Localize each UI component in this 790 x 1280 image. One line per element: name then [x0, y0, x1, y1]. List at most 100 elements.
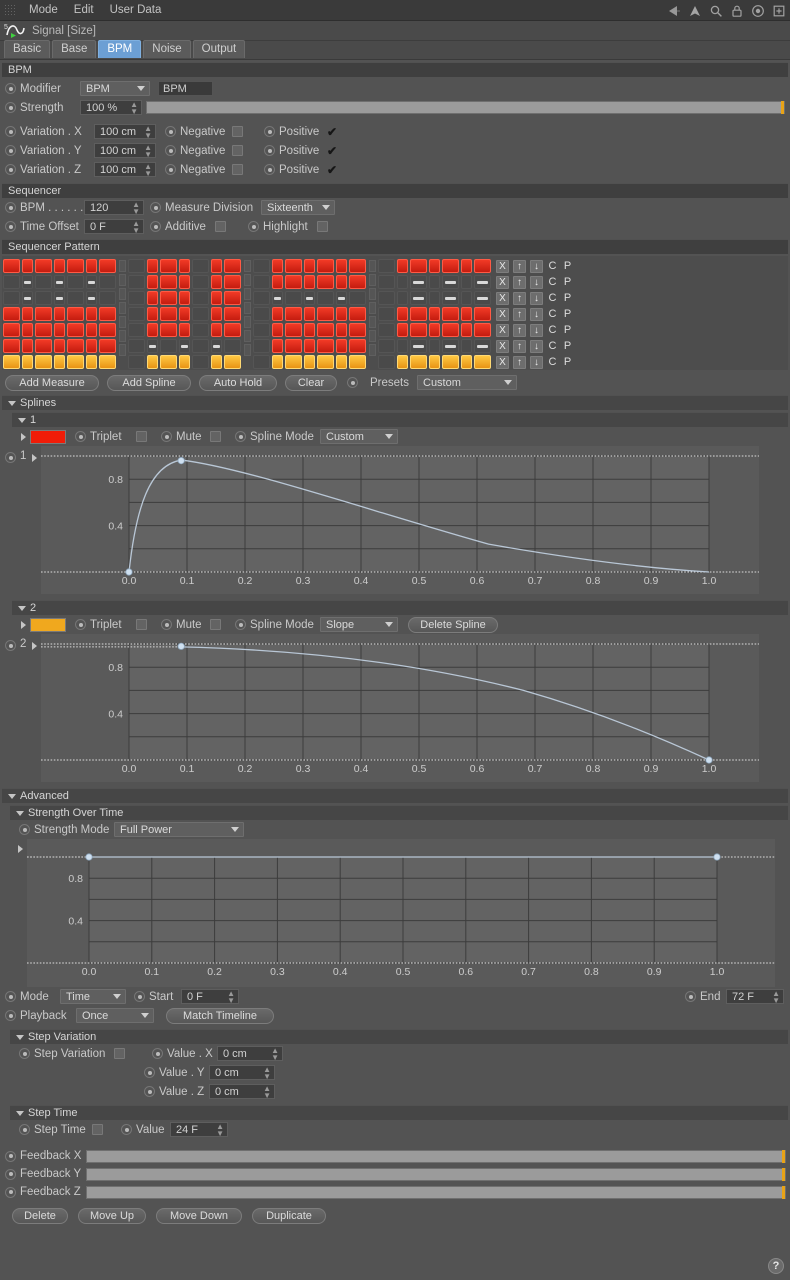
spline-2-graph[interactable]: 0.8 0.4 0.0 0.1 0.2 0.3 0.4 0.5 0.6 0.7 0.8 0.9 1.0 — [41, 634, 759, 782]
spline-1-mute-checkbox[interactable] — [210, 431, 221, 442]
feedback-x-knob[interactable] — [782, 1149, 785, 1163]
pattern-cell[interactable] — [272, 259, 283, 273]
row-delete-button[interactable]: X — [496, 275, 509, 289]
pattern-cell[interactable] — [317, 275, 334, 289]
feedback-y-knob[interactable] — [782, 1167, 785, 1181]
pattern-cell[interactable] — [285, 307, 302, 321]
up-arrow-icon[interactable] — [688, 4, 702, 18]
pattern-cell[interactable] — [160, 339, 177, 353]
menu-item-user-data[interactable]: User Data — [102, 2, 170, 18]
spline-1-color-swatch[interactable] — [30, 429, 66, 444]
pattern-cell[interactable] — [442, 323, 459, 337]
pattern-cell[interactable] — [304, 259, 315, 273]
row-paste-button[interactable]: P — [562, 324, 573, 336]
spinner-icon[interactable]: ▲ ▼ — [132, 219, 141, 234]
pattern-cell[interactable] — [317, 323, 334, 337]
feedback-z-knob[interactable] — [782, 1185, 785, 1199]
add-panel-icon[interactable] — [772, 4, 786, 18]
pattern-cell[interactable] — [211, 275, 222, 289]
pattern-cell[interactable] — [86, 307, 97, 321]
chevron-right-icon[interactable] — [32, 642, 37, 650]
pattern-cell[interactable] — [67, 259, 84, 273]
pattern-cell[interactable] — [22, 259, 33, 273]
pattern-cell[interactable] — [99, 275, 116, 289]
pattern-cell[interactable] — [285, 323, 302, 337]
pattern-cell[interactable] — [35, 355, 52, 369]
strength-over-time-graph[interactable]: 0.8 0.4 0.0 0.1 0.2 0.3 0.4 0.5 0.6 0.7 0.8 0.9 1.0 — [27, 839, 775, 987]
delete-spline-button[interactable]: Delete Spline — [408, 616, 498, 633]
pattern-cell[interactable] — [179, 339, 190, 353]
spline-1-graph[interactable]: 0.8 0.4 0.0 0.1 0.2 0.3 0.4 0.5 0.6 0.7 0.8 0.9 1.0 — [41, 446, 759, 594]
group-header-step-time[interactable]: Step Time — [10, 1105, 788, 1120]
graph-canvas[interactable]: 0.8 0.4 0.0 0.1 0.2 0.3 0.4 0.5 0.6 0.7 0.8 0.9 1.0 — [27, 839, 775, 987]
pattern-cell[interactable] — [179, 307, 190, 321]
spinner-icon[interactable]: ▲ ▼ — [263, 1084, 272, 1099]
row-move-down-button[interactable]: ↓ — [530, 291, 543, 305]
variation-y-anim-dot[interactable] — [5, 145, 16, 156]
spinner-icon[interactable]: ▲ ▼ — [132, 200, 141, 215]
variation-z-anim-dot[interactable] — [5, 164, 16, 175]
auto-hold-button[interactable]: Auto Hold — [199, 374, 277, 391]
measure-division-dropdown[interactable]: Sixteenth — [261, 200, 335, 215]
pattern-cell[interactable] — [128, 323, 145, 337]
variation-x-input[interactable]: 100 cm ▲ ▼ — [94, 124, 156, 139]
pattern-cell[interactable] — [442, 275, 459, 289]
pattern-cell[interactable] — [99, 355, 116, 369]
spline-1-header[interactable]: 1 — [12, 412, 788, 427]
pattern-cell[interactable] — [378, 259, 395, 273]
row-delete-button[interactable]: X — [496, 259, 509, 273]
pattern-cell[interactable] — [211, 323, 222, 337]
pattern-cell[interactable] — [35, 291, 52, 305]
pattern-cell[interactable] — [54, 275, 65, 289]
pattern-cell[interactable] — [224, 275, 241, 289]
pattern-cell[interactable] — [349, 339, 366, 353]
pattern-cell[interactable] — [474, 307, 491, 321]
menu-item-edit[interactable]: Edit — [66, 2, 102, 18]
value-y-dot[interactable] — [144, 1067, 155, 1078]
pattern-grid[interactable] — [2, 258, 492, 370]
tab-basic[interactable]: Basic — [4, 40, 51, 58]
pattern-cell[interactable] — [461, 291, 472, 305]
spinner-icon[interactable]: ▲ ▼ — [227, 989, 236, 1004]
row-copy-button[interactable]: C — [547, 308, 558, 320]
pattern-cell[interactable] — [336, 323, 347, 337]
pattern-cell[interactable] — [429, 259, 440, 273]
pattern-cell[interactable] — [253, 323, 270, 337]
pattern-cell[interactable] — [86, 259, 97, 273]
tab-base[interactable]: Base — [52, 40, 97, 58]
row-move-up-button[interactable]: ↑ — [513, 323, 526, 337]
spline-2-color-swatch[interactable] — [30, 617, 66, 632]
pattern-cell[interactable] — [3, 259, 20, 273]
pattern-cell[interactable] — [192, 259, 209, 273]
time-offset-input[interactable]: 0 F ▲ ▼ — [84, 219, 144, 234]
sequencer-bpm-dot[interactable] — [5, 202, 16, 213]
pattern-cell[interactable] — [285, 339, 302, 353]
row-paste-button[interactable]: P — [562, 308, 573, 320]
graph-control-point[interactable] — [713, 853, 721, 861]
pattern-cell[interactable] — [3, 307, 20, 321]
pattern-cell[interactable] — [410, 307, 427, 321]
spline-1-triplet-checkbox[interactable] — [136, 431, 147, 442]
pattern-cell[interactable] — [160, 355, 177, 369]
group-header-bpm[interactable]: BPM — [2, 62, 788, 77]
pattern-cell[interactable] — [349, 291, 366, 305]
pattern-cell[interactable] — [3, 291, 20, 305]
lock-icon[interactable] — [730, 4, 744, 18]
strength-slider[interactable] — [146, 101, 785, 114]
pattern-cell[interactable] — [67, 339, 84, 353]
pattern-cell[interactable] — [179, 291, 190, 305]
pattern-cell[interactable] — [429, 323, 440, 337]
pattern-cell[interactable] — [285, 355, 302, 369]
spline-2-mode-dropdown[interactable]: Slope — [320, 617, 398, 632]
help-icon[interactable]: ? — [768, 1258, 784, 1274]
pattern-cell[interactable] — [160, 323, 177, 337]
pattern-cell[interactable] — [54, 307, 65, 321]
duplicate-button[interactable]: Duplicate — [252, 1207, 326, 1224]
pattern-cell[interactable] — [22, 307, 33, 321]
mode-dropdown[interactable]: Time — [60, 989, 126, 1004]
pattern-cell[interactable] — [54, 259, 65, 273]
pattern-cell[interactable] — [272, 339, 283, 353]
step-time-checkbox[interactable] — [92, 1124, 103, 1135]
row-copy-button[interactable]: C — [547, 356, 558, 368]
chevron-right-icon[interactable] — [21, 432, 26, 441]
